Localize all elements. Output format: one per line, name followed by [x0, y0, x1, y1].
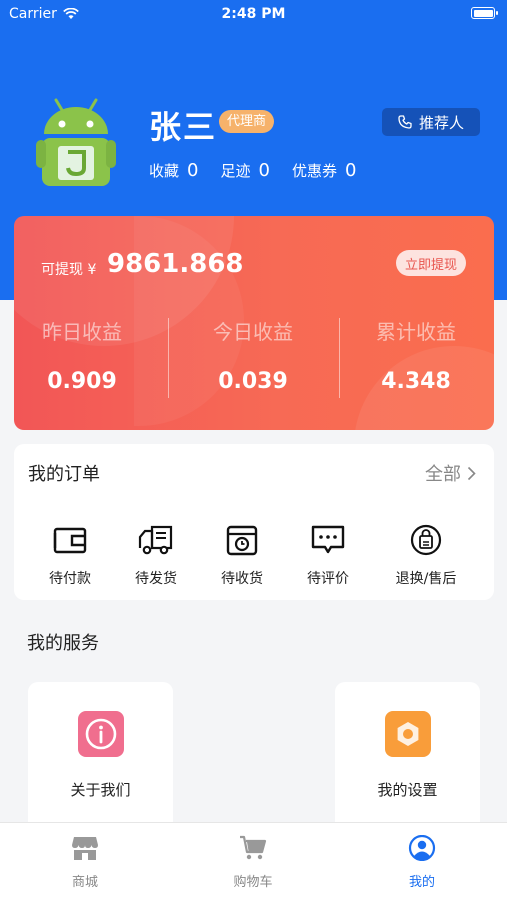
status-bar: Carrier 2:48 PM: [0, 0, 507, 28]
order-pending-review[interactable]: 待评价: [285, 524, 371, 588]
status-time: 2:48 PM: [221, 6, 286, 22]
tab-mine[interactable]: 我的: [362, 834, 482, 890]
tab-cart[interactable]: 购物车: [193, 835, 313, 890]
referrer-button[interactable]: 推荐人: [382, 108, 480, 136]
stat-label: 优惠券: [291, 162, 337, 180]
earning-total: 累计收益 4.348: [336, 316, 494, 394]
role-badge: 代理商: [219, 110, 275, 133]
earning-label: 今日收益: [213, 320, 293, 344]
withdrawable-label: 可提现 ¥: [41, 262, 97, 278]
orders-card: 我的订单 全部 待付款 待发货 待收货 待评价 退换/售后: [14, 444, 494, 600]
tab-label: 我的: [408, 875, 435, 890]
user-icon: [408, 834, 436, 862]
service-about-us[interactable]: 关于我们: [28, 682, 173, 832]
earning-value: 4.348: [381, 369, 451, 394]
order-label: 待收货: [221, 571, 263, 587]
orders-all-link[interactable]: 全部: [425, 460, 476, 486]
store-icon: [72, 837, 98, 860]
earning-yesterday: 昨日收益 0.909: [14, 316, 162, 394]
order-return-aftersale[interactable]: 退换/售后: [383, 524, 469, 588]
stat-value: 0: [344, 160, 357, 181]
comment-icon: [311, 525, 345, 554]
order-label: 待付款: [49, 571, 91, 587]
phone-icon: [398, 115, 412, 129]
earnings-card: 可提现 ¥ 9861.868 立即提现 昨日收益 0.909 今日收益 0.03…: [14, 216, 494, 430]
orders-all-label: 全部: [425, 464, 461, 485]
avatar[interactable]: [36, 98, 116, 188]
order-label: 待发货: [135, 571, 177, 587]
referrer-label: 推荐人: [418, 113, 464, 132]
stat-value: 0: [187, 160, 199, 181]
battery-icon: [471, 7, 498, 19]
service-settings[interactable]: 我的设置: [335, 682, 480, 832]
user-name: 张三: [149, 108, 218, 146]
earning-value: 0.039: [218, 369, 288, 394]
stat-label: 收藏: [149, 162, 180, 180]
withdraw-button[interactable]: 立即提现: [396, 250, 466, 276]
services-title: 我的服务: [27, 633, 99, 654]
order-pending-shipment[interactable]: 待发货: [113, 524, 199, 588]
tab-bar: 商城 购物车 我的: [0, 822, 507, 900]
orders-title: 我的订单: [28, 464, 100, 485]
earning-label: 昨日收益: [42, 320, 122, 344]
divider: [168, 318, 169, 398]
wallet-icon: [53, 527, 87, 554]
chevron-right-icon: [467, 466, 476, 480]
earning-value: 0.909: [47, 369, 117, 394]
settings-icon: [384, 711, 431, 757]
order-pending-receipt[interactable]: 待收货: [199, 524, 285, 588]
truck-icon: [138, 525, 173, 555]
stat-coupons[interactable]: 优惠券 0: [292, 160, 356, 181]
stat-value: 0: [258, 160, 270, 181]
service-label: 我的设置: [377, 781, 438, 799]
stat-footprints[interactable]: 足迹 0: [220, 160, 269, 181]
order-label: 退换/售后: [395, 571, 457, 587]
cart-icon: [240, 835, 267, 860]
service-label: 关于我们: [70, 781, 131, 799]
stat-favorites[interactable]: 收藏 0: [149, 160, 198, 181]
profile-stats: 收藏 0 足迹 0 优惠券 0: [149, 160, 356, 181]
tab-label: 购物车: [233, 875, 273, 890]
info-icon: [77, 711, 124, 757]
earning-today: 今日收益 0.039: [173, 316, 333, 394]
package-icon: [226, 525, 258, 556]
order-pending-payment[interactable]: 待付款: [27, 524, 113, 588]
withdrawable-amount: 9861.868: [107, 249, 244, 279]
tab-store[interactable]: 商城: [25, 835, 145, 890]
return-bag-icon: [410, 524, 442, 556]
stat-label: 足迹: [220, 162, 251, 180]
order-label: 待评价: [307, 571, 349, 587]
tab-label: 商城: [71, 875, 98, 890]
earning-label: 累计收益: [376, 320, 456, 344]
